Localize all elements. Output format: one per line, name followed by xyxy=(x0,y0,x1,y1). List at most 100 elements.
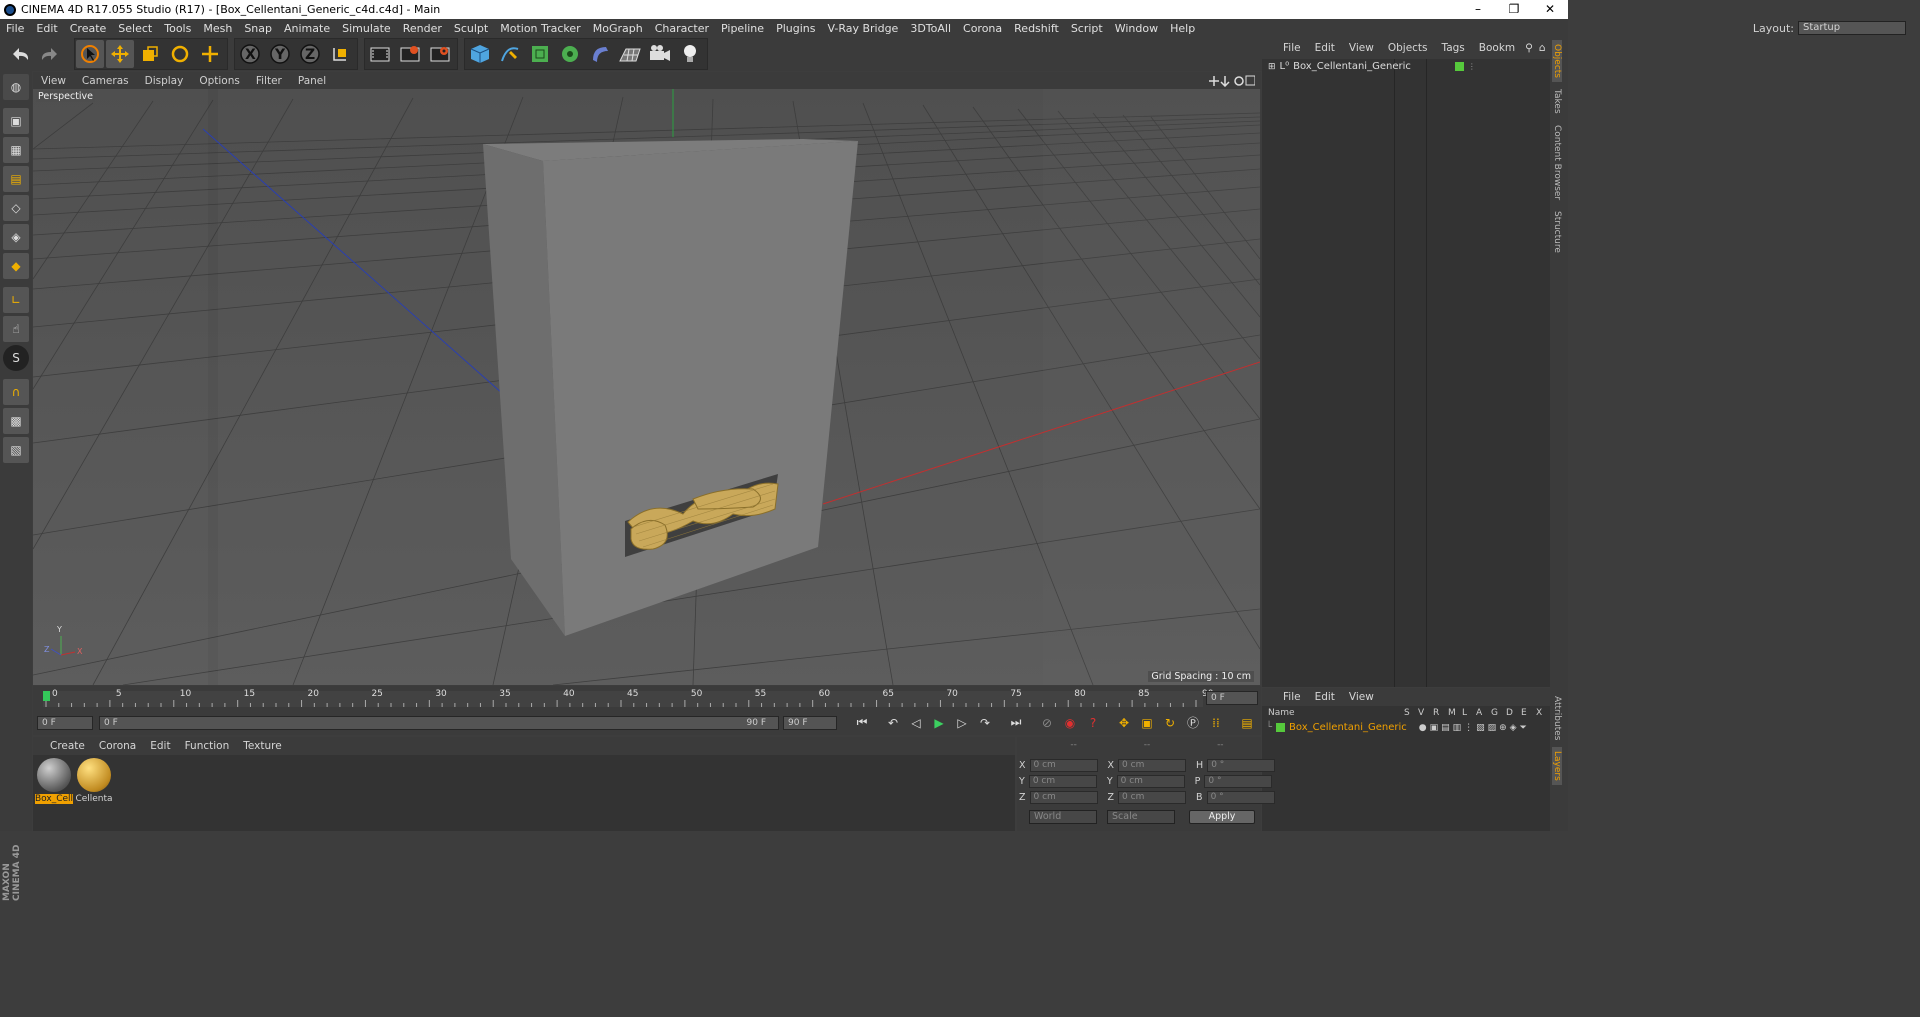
apply-button[interactable]: Apply xyxy=(1189,810,1255,824)
next-key-icon[interactable]: ↷ xyxy=(974,712,996,734)
frame-range-slider[interactable]: 0 F 90 F xyxy=(99,715,779,730)
layers-col-s[interactable]: S xyxy=(1404,708,1418,720)
key-scale-icon[interactable]: ▣ xyxy=(1136,712,1158,734)
coord-position-y[interactable]: 0 cm xyxy=(1028,775,1097,788)
coordinate-system-icon[interactable] xyxy=(326,40,354,68)
menu-snap[interactable]: Snap xyxy=(238,22,278,35)
perspective-viewport[interactable]: Y X Z Perspective Grid Spacing : 10 cm xyxy=(33,89,1260,685)
objects-menu-objects[interactable]: Objects xyxy=(1381,42,1435,54)
tab-layers[interactable]: Layers xyxy=(1552,747,1562,785)
layers-col-m[interactable]: M xyxy=(1448,708,1462,720)
objects-menu-bookmarks[interactable]: Bookm xyxy=(1472,42,1522,54)
menu-corona[interactable]: Corona xyxy=(957,22,1008,35)
menu-mesh[interactable]: Mesh xyxy=(197,22,238,35)
material-menu-texture[interactable]: Texture xyxy=(236,740,288,752)
coord-mode-dropdown[interactable]: Scale xyxy=(1107,810,1175,824)
layer-color-swatch[interactable] xyxy=(1276,723,1286,732)
camera-icon[interactable] xyxy=(646,40,674,68)
snap-magnet-icon[interactable]: ∩ xyxy=(3,379,29,405)
key-position-icon[interactable]: ✥ xyxy=(1113,712,1135,734)
menu-file[interactable]: File xyxy=(0,22,30,35)
expand-icon[interactable]: ⊞ xyxy=(1268,62,1276,72)
menu-script[interactable]: Script xyxy=(1065,22,1109,35)
go-to-start-icon[interactable]: ⏮ xyxy=(851,712,873,734)
transform-tool-icon[interactable] xyxy=(196,40,224,68)
record-keys-icon[interactable]: ◉ xyxy=(1059,712,1081,734)
layer-color-tag[interactable] xyxy=(1454,62,1464,71)
coord-size-z[interactable]: 0 cm xyxy=(1118,791,1187,804)
menu-motion-tracker[interactable]: Motion Tracker xyxy=(494,22,586,35)
viewport-menu-view[interactable]: View xyxy=(33,75,74,87)
layers-menu-view[interactable]: View xyxy=(1342,691,1381,703)
z-axis-lock-icon[interactable]: Z xyxy=(296,40,324,68)
close-button[interactable]: ✕ xyxy=(1532,0,1568,18)
model-mode-icon[interactable]: ▣ xyxy=(3,108,29,134)
menu-sculpt[interactable]: Sculpt xyxy=(448,22,494,35)
tab-content-browser[interactable]: Content Browser xyxy=(1552,121,1562,204)
redo-icon[interactable] xyxy=(36,40,64,68)
render-settings-icon[interactable] xyxy=(426,40,454,68)
viewport-menu-display[interactable]: Display xyxy=(137,75,192,87)
material-menu-edit[interactable]: Edit xyxy=(143,740,177,752)
menu-window[interactable]: Window xyxy=(1109,22,1164,35)
layers-col-d[interactable]: D xyxy=(1506,708,1521,720)
points-mode-icon[interactable]: ◇ xyxy=(3,195,29,221)
workplane-lock-icon[interactable]: ▩ xyxy=(3,408,29,434)
menu-character[interactable]: Character xyxy=(649,22,715,35)
deformer-icon[interactable] xyxy=(586,40,614,68)
visibility-dots-icon[interactable]: ⋮ xyxy=(1468,62,1476,71)
coord-position-z[interactable]: 0 cm xyxy=(1029,791,1098,804)
search-icon[interactable]: ⚲ xyxy=(1522,42,1536,54)
tweak-mode-icon[interactable]: ☝ xyxy=(3,316,29,342)
move-tool-icon[interactable] xyxy=(106,40,134,68)
tab-attributes[interactable]: Attributes xyxy=(1552,692,1562,744)
coord-rotation-b[interactable]: 0 ° xyxy=(1206,791,1275,804)
coord-space-dropdown[interactable]: World xyxy=(1029,810,1097,824)
cube-primitive-icon[interactable] xyxy=(466,40,494,68)
layers-col-name[interactable]: Name xyxy=(1262,708,1404,720)
viewport-nav-icons[interactable] xyxy=(1207,74,1255,87)
workplane-mode-icon[interactable]: ▤ xyxy=(3,166,29,192)
objects-menu-edit[interactable]: Edit xyxy=(1308,42,1342,54)
objects-menu-tags[interactable]: Tags xyxy=(1435,42,1472,54)
render-picture-viewer-icon[interactable] xyxy=(396,40,424,68)
go-to-end-icon[interactable]: ⏭ xyxy=(1005,712,1027,734)
next-frame-icon[interactable]: ▷ xyxy=(951,712,973,734)
layers-col-x[interactable]: X xyxy=(1536,708,1548,720)
render-view-icon[interactable] xyxy=(366,40,394,68)
object-row-box-cellentani[interactable]: ⊞ L⁰ Box_Cellentani_Generic ⋮ xyxy=(1268,61,1476,72)
material-cellenta[interactable]: Cellenta xyxy=(75,758,113,804)
tab-takes[interactable]: Takes xyxy=(1552,85,1562,118)
key-pla-icon[interactable]: ⁞⁞ xyxy=(1205,712,1227,734)
menu-mograph[interactable]: MoGraph xyxy=(587,22,649,35)
coord-position-x[interactable]: 0 cm xyxy=(1029,759,1098,772)
objects-menu-file[interactable]: File xyxy=(1276,42,1308,54)
menu-help[interactable]: Help xyxy=(1164,22,1201,35)
cloner-icon[interactable] xyxy=(556,40,584,68)
coord-rotation-p[interactable]: 0 ° xyxy=(1204,775,1273,788)
end-frame-field[interactable]: 90 F xyxy=(783,715,837,730)
layer-name[interactable]: Box_Cellentani_Generic xyxy=(1289,722,1407,733)
x-axis-lock-icon[interactable]: X xyxy=(236,40,264,68)
layers-col-g[interactable]: G xyxy=(1491,708,1506,720)
play-icon[interactable]: ▶ xyxy=(928,712,950,734)
rotate-tool-icon[interactable] xyxy=(166,40,194,68)
material-menu-function[interactable]: Function xyxy=(178,740,237,752)
timeline-ruler[interactable]: 051015202530354045505560657075808590 0 F xyxy=(33,686,1261,710)
menu-simulate[interactable]: Simulate xyxy=(336,22,397,35)
tab-structure[interactable]: Structure xyxy=(1552,207,1562,257)
floor-object-icon[interactable] xyxy=(616,40,644,68)
texture-mode-icon[interactable]: ▦ xyxy=(3,137,29,163)
spline-pen-icon[interactable] xyxy=(496,40,524,68)
layers-col-v[interactable]: V xyxy=(1418,708,1433,720)
make-editable-icon[interactable]: ◍ xyxy=(3,74,29,100)
menu-tools[interactable]: Tools xyxy=(158,22,197,35)
solo-mode-icon[interactable]: S xyxy=(3,345,29,371)
viewport-menu-panel[interactable]: Panel xyxy=(290,75,334,87)
polygons-mode-icon[interactable]: ◆ xyxy=(3,253,29,279)
maximize-button[interactable]: ❐ xyxy=(1496,0,1532,18)
coord-size-x[interactable]: 0 cm xyxy=(1118,759,1187,772)
edges-mode-icon[interactable]: ◈ xyxy=(3,224,29,250)
menu-create[interactable]: Create xyxy=(64,22,113,35)
menu-pipeline[interactable]: Pipeline xyxy=(715,22,770,35)
